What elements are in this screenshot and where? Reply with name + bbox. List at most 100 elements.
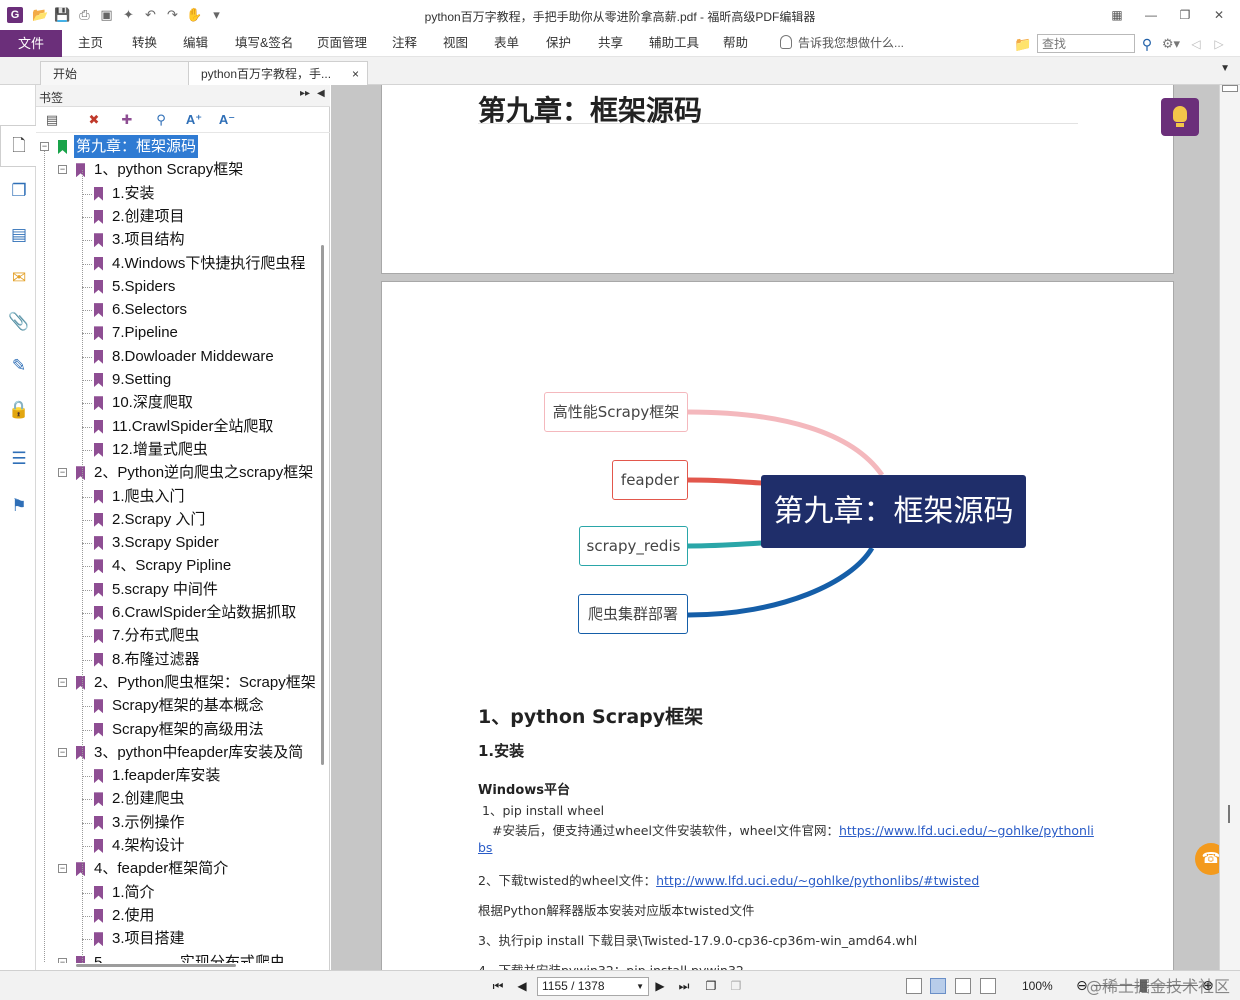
search-icon[interactable]: ⚲: [1138, 35, 1156, 53]
previous-page-icon[interactable]: ◀: [514, 978, 530, 994]
menu-page-management[interactable]: 页面管理: [317, 30, 367, 57]
menu-help[interactable]: 帮助: [723, 30, 748, 57]
single-page-view-icon[interactable]: [906, 978, 922, 994]
continuous-view-icon[interactable]: [930, 978, 946, 994]
zoom-level[interactable]: 100%: [1022, 979, 1053, 993]
bookmark-item[interactable]: 3.示例操作: [36, 811, 316, 834]
menu-home[interactable]: 主页: [78, 30, 103, 57]
bookmark-item[interactable]: 5.scrapy 中间件: [36, 578, 316, 601]
add-bookmark-icon[interactable]: ✚: [117, 111, 137, 129]
last-page-icon[interactable]: ⏭: [676, 978, 692, 994]
bookmark-item[interactable]: 1.简介: [36, 881, 316, 904]
bookmark-section[interactable]: − 2、Python逆向爬虫之scrapy框架: [36, 461, 316, 484]
bookmark-horizontal-scrollbar[interactable]: [76, 964, 236, 967]
collapse-toggle-icon[interactable]: −: [58, 677, 67, 687]
tab-list-chevron-icon[interactable]: ▼: [1220, 63, 1230, 74]
menu-fill-sign[interactable]: 填写&签名: [235, 30, 293, 57]
bookmark-scrollbar-thumb[interactable]: [321, 245, 324, 765]
bookmark-item[interactable]: Scrapy框架的高级用法: [36, 718, 316, 741]
bookmark-item[interactable]: 3.项目结构: [36, 228, 316, 251]
menu-accessibility[interactable]: 辅助工具: [649, 30, 699, 57]
twisted-link[interactable]: http://www.lfd.uci.edu/~gohlke/pythonlib…: [656, 873, 979, 888]
bookmark-item[interactable]: 4.Windows下快捷执行爬虫程: [36, 252, 316, 275]
next-view-icon[interactable]: ❐: [728, 978, 744, 994]
minimize-icon[interactable]: —: [1138, 5, 1164, 25]
bookmark-item[interactable]: 2.使用: [36, 904, 316, 927]
folder-search-icon[interactable]: 📁: [1012, 35, 1034, 53]
tell-me-search[interactable]: 告诉我您想做什么...: [780, 30, 904, 57]
collapse-toggle-icon[interactable]: −: [58, 864, 67, 874]
close-icon[interactable]: ✕: [1206, 5, 1232, 25]
signatures-icon[interactable]: ✎: [6, 353, 32, 379]
collapse-toggle-icon[interactable]: −: [58, 747, 67, 757]
menu-share[interactable]: 共享: [598, 30, 623, 57]
bookmark-item[interactable]: 9.Setting: [36, 368, 316, 391]
bookmark-item[interactable]: 6.Selectors: [36, 298, 316, 321]
bookmark-options-icon[interactable]: ▤: [42, 111, 62, 129]
bookmark-section[interactable]: − 4、feapder框架简介: [36, 857, 316, 880]
next-page-icon[interactable]: ▶: [652, 978, 668, 994]
bookmark-item[interactable]: 8.布隆过滤器: [36, 648, 316, 671]
comments-icon[interactable]: ✉: [6, 265, 32, 291]
bookmark-item[interactable]: 3.项目搭建: [36, 927, 316, 950]
bookmark-item[interactable]: 4.架构设计: [36, 834, 316, 857]
bookmark-item[interactable]: 1.feapder库安装: [36, 764, 316, 787]
tips-lightbulb-button[interactable]: [1161, 98, 1199, 136]
page-thumbnails-icon[interactable]: ❐: [6, 178, 32, 204]
increase-font-icon[interactable]: A⁺: [184, 111, 204, 129]
bookmark-item[interactable]: 7.Pipeline: [36, 321, 316, 344]
find-input[interactable]: [1037, 34, 1135, 53]
previous-result-icon[interactable]: ◁: [1186, 35, 1206, 53]
bookmark-item[interactable]: 1.安装: [36, 182, 316, 205]
menu-convert[interactable]: 转换: [132, 30, 157, 57]
bookmark-item[interactable]: 11.CrawlSpider全站爬取: [36, 415, 316, 438]
restore-icon[interactable]: ❐: [1172, 5, 1198, 25]
tab-start[interactable]: 开始: [40, 61, 190, 85]
bookmark-section[interactable]: − 5、...............实现分布式爬虫: [36, 951, 316, 963]
bookmark-panel-icon[interactable]: 🗋: [6, 133, 32, 159]
collapse-toggle-icon[interactable]: −: [40, 142, 49, 151]
menu-file[interactable]: 文件: [0, 30, 62, 57]
split-view-handle[interactable]: [1222, 85, 1238, 92]
bookmark-item[interactable]: 2.创建爬虫: [36, 787, 316, 810]
bookmark-section[interactable]: − 1、python Scrapy框架: [36, 158, 316, 181]
menu-comment[interactable]: 注释: [392, 30, 417, 57]
collapse-toggle-icon[interactable]: −: [58, 957, 67, 963]
menu-protect[interactable]: 保护: [546, 30, 571, 57]
accessibility-tool-icon[interactable]: ⚑: [6, 493, 32, 519]
bookmark-item[interactable]: 2.创建项目: [36, 205, 316, 228]
page-number-field[interactable]: 1155 / 1378 ▼: [537, 977, 649, 996]
bookmark-section[interactable]: − 3、python中feapder库安装及简: [36, 741, 316, 764]
decrease-font-icon[interactable]: A⁻: [217, 111, 237, 129]
bookmark-item[interactable]: 7.分布式爬虫: [36, 624, 316, 647]
content-list-icon[interactable]: ☰: [6, 446, 32, 472]
bookmark-item[interactable]: 4、Scrapy Pipline: [36, 554, 316, 577]
facing-view-icon[interactable]: [955, 978, 971, 994]
menu-view[interactable]: 视图: [443, 30, 468, 57]
attachments-icon[interactable]: 📎: [6, 309, 32, 335]
menu-form[interactable]: 表单: [494, 30, 519, 57]
page-dropdown-chevron-icon[interactable]: ▼: [636, 978, 644, 995]
collapse-toggle-icon[interactable]: −: [58, 468, 67, 478]
wheel-site-link-continuation[interactable]: bs: [478, 840, 492, 855]
tab-document[interactable]: python百万字教程，手... ×: [188, 61, 368, 85]
bookmark-scrollbar[interactable]: [318, 135, 328, 963]
continuous-facing-view-icon[interactable]: [980, 978, 996, 994]
bookmark-item[interactable]: 8.Dowloader Middeware: [36, 345, 316, 368]
previous-view-icon[interactable]: ❐: [703, 978, 719, 994]
bookmark-item[interactable]: 1.爬虫入门: [36, 485, 316, 508]
bookmark-item[interactable]: 5.Spiders: [36, 275, 316, 298]
vertical-scrollbar-thumb[interactable]: [1228, 805, 1230, 823]
first-page-icon[interactable]: ⏮: [490, 978, 506, 994]
layers-icon[interactable]: ▤: [6, 222, 32, 248]
panel-expand-icon[interactable]: ▸▸: [300, 88, 310, 99]
tab-close-icon[interactable]: ×: [352, 62, 359, 86]
gear-icon[interactable]: ⚙▾: [1159, 35, 1183, 53]
next-result-icon[interactable]: ▷: [1209, 35, 1229, 53]
bookmark-item[interactable]: 6.CrawlSpider全站数据抓取: [36, 601, 316, 624]
document-viewport[interactable]: 第九章：框架源码 高性能Scrapy框架 feapder scrapy_redi…: [331, 85, 1219, 970]
ribbon-display-icon[interactable]: ▦: [1104, 5, 1130, 25]
panel-collapse-icon[interactable]: ◀: [317, 88, 325, 99]
menu-edit[interactable]: 编辑: [183, 30, 208, 57]
find-bookmark-icon[interactable]: ⚲: [151, 111, 171, 129]
